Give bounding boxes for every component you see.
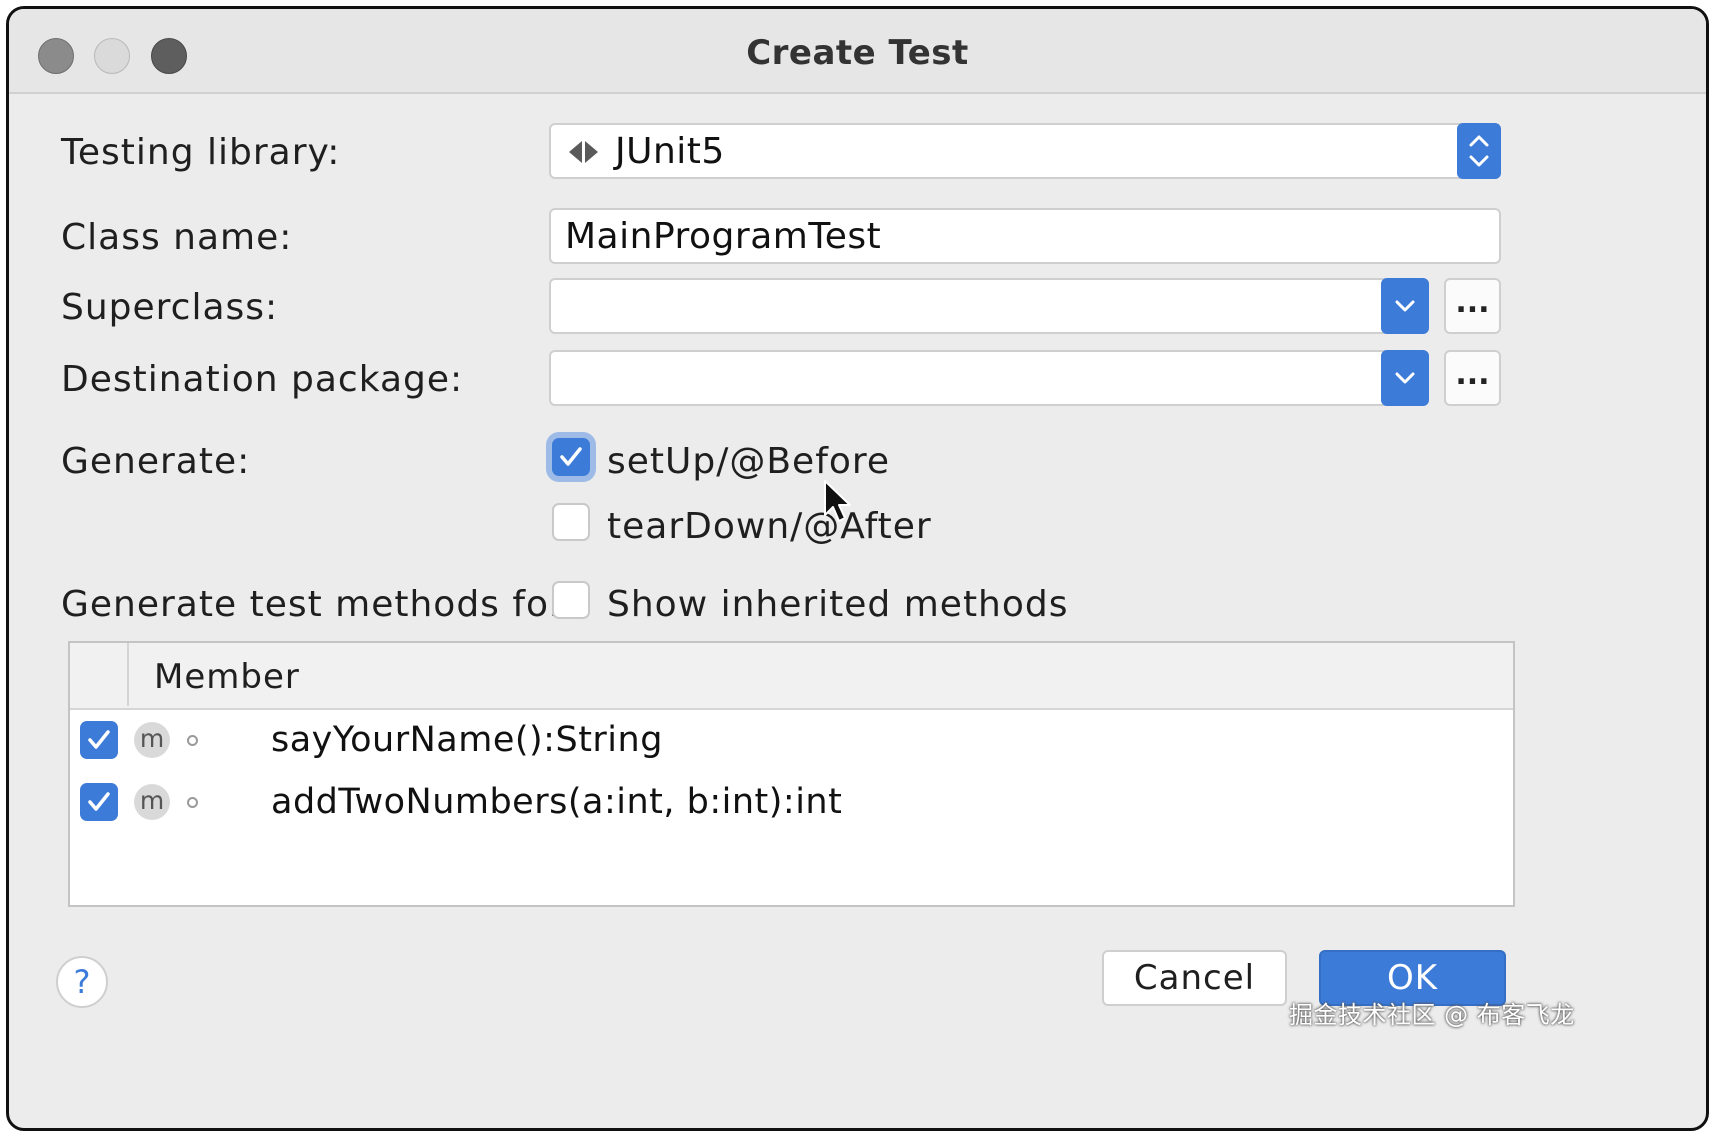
destination-package-input[interactable] bbox=[549, 350, 1429, 406]
destination-package-browse-button[interactable]: ... bbox=[1444, 350, 1501, 406]
superclass-browse-button[interactable]: ... bbox=[1444, 278, 1501, 334]
superclass-label: Superclass: bbox=[61, 287, 279, 328]
method-icon: m bbox=[134, 784, 170, 820]
create-test-dialog: Create Test Testing library: JUnit5 Clas… bbox=[6, 6, 1709, 1131]
testing-library-select[interactable]: JUnit5 bbox=[549, 123, 1501, 179]
updown-chevron-icon[interactable] bbox=[1457, 123, 1501, 179]
mouse-cursor-icon bbox=[824, 480, 851, 522]
junit-logo-icon bbox=[569, 141, 598, 163]
show-inherited-checkbox[interactable] bbox=[552, 581, 590, 619]
table-row[interactable]: m addTwoNumbers(a:int, b:int):int bbox=[70, 772, 1513, 834]
watermark: 掘金技术社区 @ 布客飞龙 bbox=[1289, 1001, 1575, 1029]
destination-package-label: Destination package: bbox=[61, 359, 464, 400]
class-name-value: MainProgramTest bbox=[565, 216, 882, 257]
class-name-label: Class name: bbox=[61, 217, 293, 258]
table-header: Member bbox=[70, 643, 1513, 710]
teardown-after-checkbox[interactable] bbox=[552, 503, 590, 541]
member-signature: addTwoNumbers(a:int, b:int):int bbox=[271, 782, 843, 822]
show-inherited-label: Show inherited methods bbox=[607, 584, 1069, 625]
title-bar: Create Test bbox=[9, 9, 1706, 94]
visibility-icon bbox=[187, 797, 198, 808]
member-signature: sayYourName():String bbox=[271, 720, 663, 760]
class-name-input[interactable]: MainProgramTest bbox=[549, 208, 1501, 264]
checkmark-icon bbox=[88, 730, 110, 749]
generate-methods-label: Generate test methods for: bbox=[61, 584, 578, 625]
teardown-after-label: tearDown/@After bbox=[607, 506, 932, 547]
dialog-title: Create Test bbox=[746, 33, 969, 73]
testing-library-value: JUnit5 bbox=[615, 131, 725, 172]
chevron-down-icon[interactable] bbox=[1381, 350, 1429, 406]
cancel-button[interactable]: Cancel bbox=[1102, 950, 1287, 1006]
chevron-down-icon[interactable] bbox=[1381, 278, 1429, 334]
member-checkbox[interactable] bbox=[80, 783, 118, 821]
setup-before-checkbox[interactable] bbox=[552, 438, 590, 476]
member-checkbox[interactable] bbox=[80, 721, 118, 759]
column-divider bbox=[127, 643, 129, 706]
member-column-header[interactable]: Member bbox=[154, 657, 300, 697]
generate-label: Generate: bbox=[61, 441, 251, 482]
help-button[interactable]: ? bbox=[56, 956, 108, 1008]
members-table: Member m sayYourName():String m addTwoNu… bbox=[68, 641, 1515, 907]
setup-before-label: setUp/@Before bbox=[607, 441, 891, 482]
visibility-icon bbox=[187, 735, 198, 746]
method-icon: m bbox=[134, 722, 170, 758]
checkmark-icon bbox=[88, 792, 110, 811]
table-row[interactable]: m sayYourName():String bbox=[70, 710, 1513, 772]
checkmark-icon bbox=[560, 447, 582, 466]
testing-library-label: Testing library: bbox=[61, 132, 341, 173]
superclass-input[interactable] bbox=[549, 278, 1429, 334]
